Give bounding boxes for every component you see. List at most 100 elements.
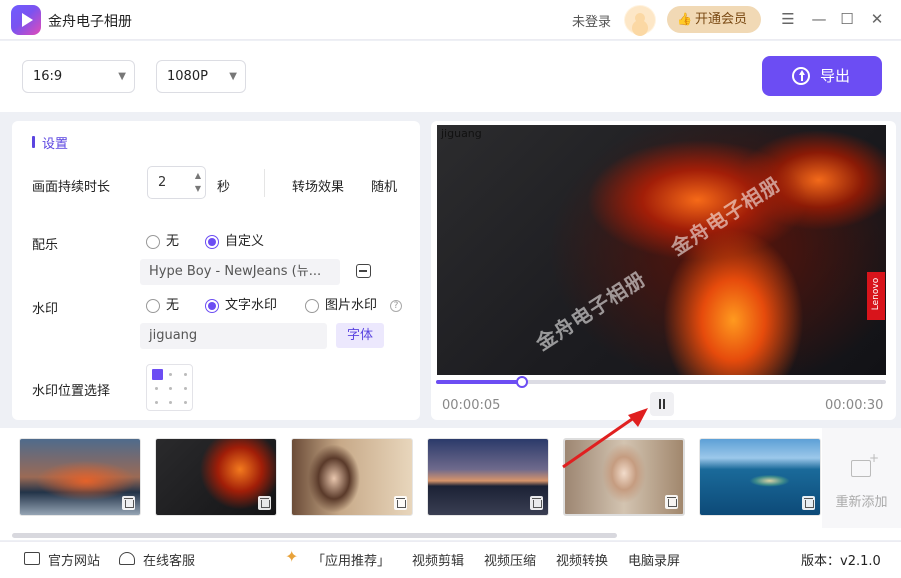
toolbar: 16:9 ▼ 1080P ▼ 导出: [0, 41, 901, 112]
lenovo-badge: Lenovo: [867, 272, 885, 320]
readd-label: 重新添加: [835, 495, 888, 510]
thumbnail-item-selected[interactable]: [563, 438, 685, 516]
position-bottom-right[interactable]: [184, 401, 187, 404]
horizontal-scrollbar[interactable]: [12, 533, 617, 538]
duration-value: 2: [158, 175, 167, 190]
maximize-icon[interactable]: ☐: [836, 8, 858, 30]
delete-icon[interactable]: [258, 496, 271, 510]
footer-link-video-edit[interactable]: 视频剪辑: [412, 550, 464, 569]
resolution-select[interactable]: 1080P ▼: [156, 60, 246, 93]
official-site-link[interactable]: 官方网站: [48, 550, 100, 569]
thumbnail-item[interactable]: [699, 438, 821, 516]
vip-button-label: 开通会员: [695, 12, 748, 27]
online-service-link[interactable]: 在线客服: [143, 550, 195, 569]
upload-icon: [792, 67, 810, 85]
divider: [264, 169, 265, 197]
transition-value[interactable]: 随机: [371, 176, 397, 195]
export-label: 导出: [820, 67, 851, 85]
close-icon[interactable]: ✕: [866, 8, 888, 30]
recommend-label[interactable]: 「应用推荐」: [312, 550, 390, 569]
preview-panel: jiguang 金舟电子相册 金舟电子相册 Lenovo: [431, 121, 896, 420]
music-none-label: 无: [166, 234, 180, 249]
duration-stepper[interactable]: 2 ▲ ▼: [147, 166, 206, 199]
position-bottom-center[interactable]: [169, 401, 172, 404]
thumbnail-item[interactable]: [155, 438, 277, 516]
export-button[interactable]: 导出: [762, 56, 882, 96]
duration-label: 画面持续时长: [32, 180, 111, 195]
app-logo-icon: [11, 5, 41, 35]
preview-overlay-watermark: 金舟电子相册: [531, 266, 651, 356]
progress-handle[interactable]: [515, 376, 528, 388]
radio-checked-icon: [205, 235, 219, 249]
watermark-image-label: 图片水印: [325, 298, 378, 313]
thumbnail-item[interactable]: [291, 438, 413, 516]
duration-unit: 秒: [217, 180, 231, 195]
progress-fill: [436, 380, 522, 384]
thumbnail-item[interactable]: [19, 438, 141, 516]
website-icon: [24, 552, 40, 565]
footer-link-video-compress[interactable]: 视频压缩: [484, 550, 536, 569]
thumbs-up-icon: 👍: [677, 12, 692, 26]
position-middle-left[interactable]: [155, 387, 158, 390]
radio-checked-icon: [205, 299, 219, 313]
delete-icon[interactable]: [802, 496, 815, 510]
login-status[interactable]: 未登录: [572, 11, 611, 30]
chevron-down-icon: ▼: [229, 71, 237, 82]
resolution-value: 1080P: [167, 69, 208, 84]
position-center[interactable]: [169, 387, 172, 390]
music-none-radio[interactable]: 无: [146, 233, 179, 251]
title-bar: 金舟电子相册 未登录 👍 开通会员 ☰ — ☐ ✕: [0, 0, 901, 40]
aspect-ratio-select[interactable]: 16:9 ▼: [22, 60, 135, 93]
aspect-ratio-value: 16:9: [33, 69, 63, 84]
watermark-text-radio[interactable]: 文字水印: [205, 297, 277, 315]
recommend-icon: ✦: [285, 547, 299, 566]
thumbnail-strip: 重新添加: [0, 428, 901, 540]
headset-icon: [119, 552, 135, 565]
position-middle-right[interactable]: [184, 387, 187, 390]
folder-icon[interactable]: [356, 264, 371, 278]
lenovo-badge-text: Lenovo: [871, 277, 881, 311]
watermark-text-field[interactable]: jiguang: [140, 323, 327, 349]
add-image-icon: [851, 451, 879, 477]
stepper-arrows-icon[interactable]: ▲ ▼: [195, 169, 201, 195]
version-text: 版本：v2.1.0: [801, 554, 881, 569]
music-file-field[interactable]: Hype Boy - NewJeans (뉴...: [140, 259, 340, 285]
font-button[interactable]: 字体: [336, 323, 384, 348]
radio-icon: [305, 299, 319, 313]
position-top-center[interactable]: [169, 373, 172, 376]
footer-link-video-convert[interactable]: 视频转换: [556, 550, 608, 569]
settings-title: 设置: [32, 133, 68, 152]
transition-label: 转场效果: [292, 180, 345, 195]
current-time: 00:00:05: [442, 398, 501, 413]
preview-image[interactable]: jiguang 金舟电子相册 金舟电子相册 Lenovo: [437, 125, 886, 375]
position-top-right[interactable]: [184, 373, 187, 376]
watermark-position-grid[interactable]: [146, 364, 193, 411]
delete-icon[interactable]: [394, 496, 407, 510]
watermark-position-label: 水印位置选择: [32, 384, 111, 399]
position-bottom-left[interactable]: [155, 401, 158, 404]
help-icon[interactable]: ?: [390, 300, 402, 312]
radio-icon: [146, 299, 160, 313]
footer-link-screen-record[interactable]: 电脑录屏: [628, 550, 680, 569]
readd-button[interactable]: 重新添加: [822, 428, 901, 528]
delete-icon[interactable]: [530, 496, 543, 510]
position-top-left[interactable]: [152, 369, 163, 380]
thumbnail-item[interactable]: [427, 438, 549, 516]
vip-button[interactable]: 👍 开通会员: [667, 6, 761, 33]
chevron-down-icon: ▼: [118, 71, 126, 82]
watermark-text-label: 文字水印: [225, 298, 278, 313]
delete-icon[interactable]: [122, 496, 135, 510]
total-time: 00:00:30: [825, 398, 884, 413]
watermark-none-radio[interactable]: 无: [146, 297, 179, 315]
radio-icon: [146, 235, 160, 249]
music-custom-radio[interactable]: 自定义: [205, 233, 264, 251]
watermark-image-radio[interactable]: 图片水印: [305, 297, 377, 315]
pause-icon[interactable]: [650, 392, 674, 416]
settings-panel: 设置 画面持续时长 2 ▲ ▼ 秒 转场效果 随机 配乐 无 自定义 Hype B…: [12, 121, 420, 420]
delete-icon[interactable]: [665, 495, 678, 509]
progress-bar[interactable]: [436, 376, 886, 388]
menu-icon[interactable]: ☰: [777, 8, 799, 30]
music-custom-label: 自定义: [225, 234, 265, 249]
avatar[interactable]: [624, 5, 656, 35]
minimize-icon[interactable]: —: [808, 8, 830, 30]
